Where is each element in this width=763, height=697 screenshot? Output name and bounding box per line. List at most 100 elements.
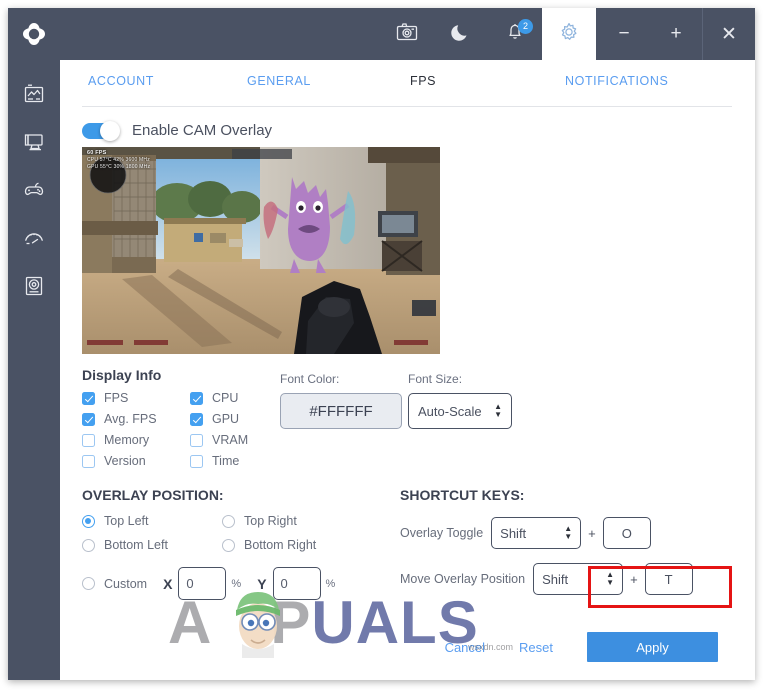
checkbox-memory[interactable]: Memory bbox=[82, 433, 190, 447]
checkbox-label: Time bbox=[212, 454, 240, 468]
minimize-button[interactable]: − bbox=[598, 8, 650, 60]
maximize-button[interactable]: + bbox=[650, 8, 702, 60]
settings-button[interactable] bbox=[542, 8, 596, 60]
shortcut-key-input[interactable]: T bbox=[644, 563, 693, 595]
enable-cam-overlay-row: Enable CAM Overlay bbox=[82, 120, 272, 141]
radio-bottom-left[interactable]: Bottom Left bbox=[82, 538, 222, 552]
display-info-title: Display Info bbox=[82, 367, 162, 383]
tab-account[interactable]: ACCOUNT bbox=[88, 74, 154, 88]
custom-position-row: Custom X 0 % Y 0 % bbox=[82, 567, 362, 600]
enable-cam-overlay-toggle[interactable] bbox=[82, 120, 120, 141]
checkbox-label: CPU bbox=[212, 391, 239, 405]
settings-panel: ACCOUNT GENERAL FPS NOTIFICATIONS Enable… bbox=[60, 60, 755, 680]
checkbox-label: Avg. FPS bbox=[104, 412, 157, 426]
radio-custom[interactable]: Custom bbox=[82, 577, 147, 591]
shortcut-modifier-select[interactable]: Shift ▲ ▼ bbox=[533, 563, 624, 595]
overlay-position-title: OVERLAY POSITION: bbox=[82, 487, 224, 503]
window-controls: − + ✕ bbox=[598, 8, 755, 60]
left-sidebar bbox=[8, 8, 60, 680]
close-button[interactable]: ✕ bbox=[702, 8, 755, 60]
checkbox-box bbox=[190, 412, 203, 426]
shortcut-modifier-value: Shift bbox=[542, 571, 569, 587]
sidebar-nav bbox=[8, 70, 60, 310]
sidebar-item-lighting[interactable] bbox=[8, 262, 60, 310]
tab-fps[interactable]: FPS bbox=[410, 74, 436, 88]
checkbox-box bbox=[190, 433, 203, 447]
title-bar: 2 − + ✕ bbox=[60, 8, 755, 60]
custom-y-input[interactable]: 0 bbox=[272, 567, 321, 600]
checkbox-box bbox=[190, 391, 203, 405]
footer-actions: Cancel Reset Apply bbox=[445, 632, 718, 662]
custom-y-label: Y bbox=[257, 575, 267, 592]
shortcut-keys-title: SHORTCUT KEYS: bbox=[400, 487, 525, 503]
font-color-field: Font Color: #FFFFFF bbox=[280, 372, 402, 429]
custom-x-input[interactable]: 0 bbox=[178, 567, 227, 600]
radio-ring bbox=[82, 514, 95, 528]
preview-overlay-fps: 60 FPS bbox=[87, 150, 107, 156]
cancel-button[interactable]: Cancel bbox=[445, 640, 485, 655]
tab-notifications[interactable]: NOTIFICATIONS bbox=[565, 74, 668, 88]
tab-general[interactable]: GENERAL bbox=[247, 74, 311, 88]
notifications-button[interactable]: 2 bbox=[488, 8, 542, 60]
shortcut-modifier-value: Shift bbox=[500, 525, 527, 541]
radio-ring bbox=[222, 514, 235, 528]
checkbox-avg-fps[interactable]: Avg. FPS bbox=[82, 412, 190, 426]
reset-button[interactable]: Reset bbox=[519, 640, 553, 655]
gear-icon bbox=[558, 21, 580, 48]
shortcut-label: Move Overlay Position bbox=[400, 572, 526, 586]
checkbox-box bbox=[82, 412, 95, 426]
sidebar-item-pc-monitoring[interactable] bbox=[8, 118, 60, 166]
radio-label: Custom bbox=[104, 576, 148, 591]
dark-mode-button[interactable] bbox=[434, 8, 488, 60]
checkbox-label: VRAM bbox=[212, 433, 249, 447]
custom-x-label: X bbox=[163, 575, 173, 592]
checkbox-box bbox=[82, 454, 95, 468]
radio-label: Bottom Right bbox=[244, 538, 317, 552]
checkbox-version[interactable]: Version bbox=[82, 454, 190, 468]
notification-count-badge: 2 bbox=[518, 19, 533, 34]
preview-overlay-text: 60 FPS CPU 57°C 42% 3600 MHz GPU 55°C 30… bbox=[87, 150, 150, 171]
shortcut-keys-section: SHORTCUT KEYS: Overlay Toggle Shift ▲ ▼ +… bbox=[400, 487, 693, 595]
sidebar-item-tuning[interactable] bbox=[8, 214, 60, 262]
nzxt-cam-logo[interactable] bbox=[18, 20, 50, 52]
radio-ring bbox=[82, 538, 95, 552]
checkbox-label: FPS bbox=[104, 391, 129, 405]
font-color-input[interactable]: #FFFFFF bbox=[280, 393, 402, 429]
sidebar-item-gaming[interactable] bbox=[8, 166, 60, 214]
sidebar-item-dashboard[interactable] bbox=[8, 70, 60, 118]
toggle-knob bbox=[100, 120, 120, 141]
overlay-position-section: OVERLAY POSITION: Top Left Top Right Bot… bbox=[82, 487, 362, 600]
shortcut-row-overlay-toggle: Overlay Toggle Shift ▲ ▼ + O bbox=[400, 517, 693, 549]
checkbox-fps[interactable]: FPS bbox=[82, 391, 190, 405]
shortcut-row-move-overlay: Move Overlay Position Shift ▲ ▼ + T bbox=[400, 563, 693, 595]
plus-separator: + bbox=[630, 571, 638, 587]
checkbox-time[interactable]: Time bbox=[190, 454, 298, 468]
custom-x-unit: % bbox=[231, 577, 242, 590]
shortcut-modifier-select[interactable]: Shift ▲ ▼ bbox=[491, 517, 582, 549]
font-color-label: Font Color: bbox=[280, 372, 340, 386]
tab-bar: ACCOUNT GENERAL FPS NOTIFICATIONS bbox=[60, 60, 755, 102]
radio-top-right[interactable]: Top Right bbox=[222, 514, 362, 528]
font-size-select[interactable]: Auto-Scale ▲ ▼ bbox=[408, 393, 512, 429]
shortcut-label: Overlay Toggle bbox=[400, 526, 484, 540]
radio-bottom-right[interactable]: Bottom Right bbox=[222, 538, 362, 552]
chevron-updown-icon: ▲ ▼ bbox=[606, 570, 615, 587]
checkbox-box bbox=[190, 454, 203, 468]
camera-icon bbox=[396, 22, 418, 47]
radio-label: Top Right bbox=[244, 514, 297, 528]
screenshot-camera-button[interactable] bbox=[380, 8, 434, 60]
apply-button[interactable]: Apply bbox=[587, 632, 718, 662]
checkbox-vram[interactable]: VRAM bbox=[190, 433, 298, 447]
chevron-updown-icon: ▲ ▼ bbox=[564, 524, 573, 541]
checkbox-label: Memory bbox=[104, 433, 150, 447]
moon-icon bbox=[451, 22, 471, 47]
chevron-updown-icon: ▲ ▼ bbox=[494, 402, 502, 419]
preview-overlay-cpu: CPU 57°C 42% 3600 MHz bbox=[87, 157, 150, 163]
radio-label: Top Left bbox=[104, 514, 149, 528]
titlebar-actions: 2 bbox=[380, 8, 596, 60]
plus-separator: + bbox=[588, 525, 596, 541]
radio-top-left[interactable]: Top Left bbox=[82, 514, 222, 528]
cam-settings-window: 2 − + ✕ ACCOUNT GENERAL FPS NOTIFICATION… bbox=[8, 8, 755, 680]
shortcut-key-input[interactable]: O bbox=[602, 517, 651, 549]
preview-overlay-gpu: GPU 55°C 30% 1800 MHz bbox=[87, 164, 151, 170]
